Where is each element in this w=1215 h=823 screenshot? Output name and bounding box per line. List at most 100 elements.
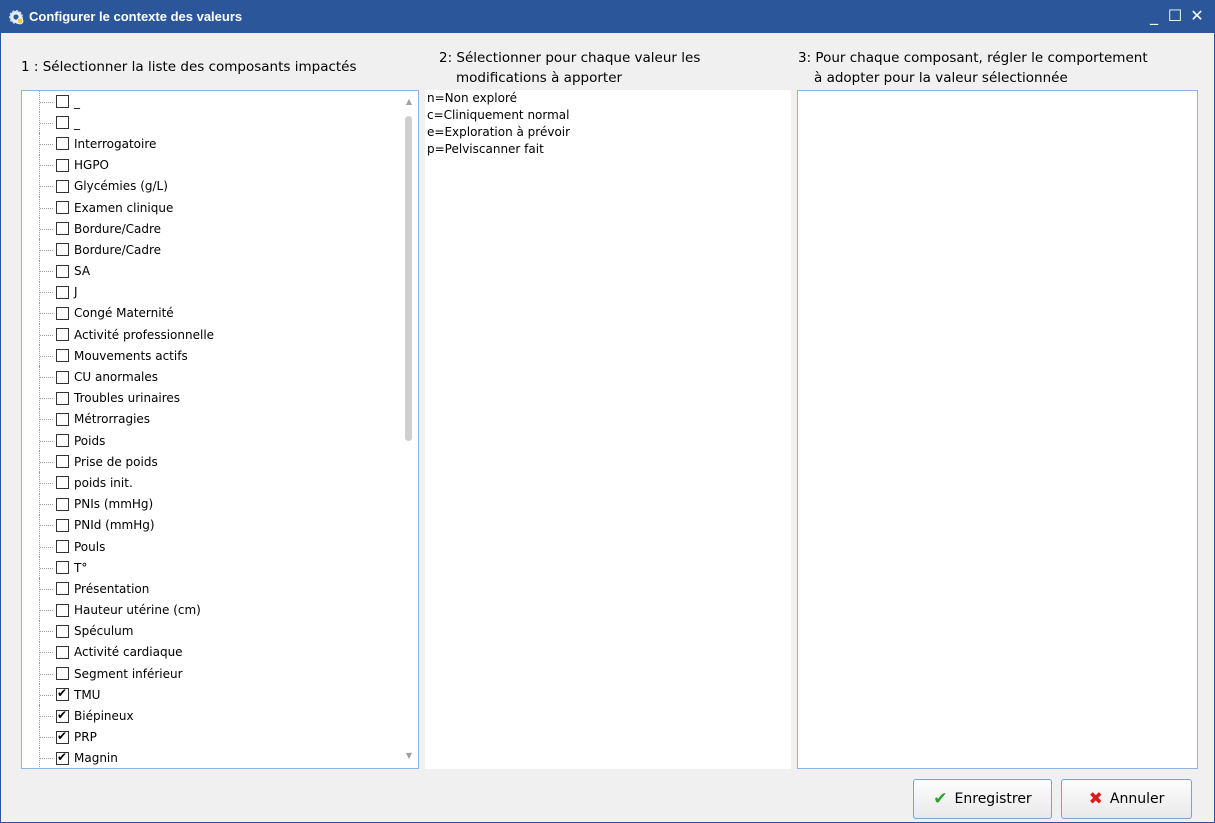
component-checkbox[interactable] bbox=[56, 285, 69, 299]
component-label: Magnin bbox=[74, 751, 118, 766]
tree-item[interactable]: Hauteur utérine (cm) bbox=[22, 599, 400, 621]
tree-connector bbox=[39, 345, 53, 367]
component-checkbox[interactable] bbox=[56, 708, 69, 723]
tree-item[interactable]: poids init. bbox=[22, 472, 400, 494]
title-bar[interactable]: Configurer le contexte des valeurs _ ☐ ✕ bbox=[1, 1, 1214, 33]
component-checkbox[interactable] bbox=[56, 624, 69, 638]
tree-item[interactable]: Examen clinique bbox=[22, 196, 400, 219]
tree-item[interactable]: T° bbox=[22, 557, 400, 579]
component-checkbox[interactable] bbox=[56, 540, 69, 554]
component-checkbox[interactable] bbox=[56, 391, 69, 405]
tree-item[interactable]: Congé Maternité bbox=[22, 302, 400, 325]
component-checkbox[interactable] bbox=[56, 667, 69, 681]
tree-item[interactable]: PRP bbox=[22, 726, 400, 748]
component-checkbox[interactable] bbox=[56, 328, 69, 342]
tree-connector bbox=[39, 705, 53, 727]
component-checkbox[interactable] bbox=[56, 306, 69, 320]
component-checkbox[interactable] bbox=[56, 686, 69, 702]
tree-item[interactable]: J bbox=[22, 281, 400, 303]
tree-item[interactable]: Troubles urinaires bbox=[22, 387, 400, 409]
tree-connector bbox=[39, 599, 53, 621]
tree-item[interactable]: Bordure/Cadre bbox=[22, 239, 400, 261]
tree-item[interactable]: _ bbox=[22, 112, 400, 134]
component-checkbox[interactable] bbox=[56, 222, 69, 236]
tree-item[interactable]: PNId (mmHg) bbox=[22, 514, 400, 536]
scroll-down-arrow-icon[interactable]: ▼ bbox=[403, 750, 415, 762]
component-checkbox[interactable] bbox=[56, 116, 69, 130]
component-checkbox[interactable] bbox=[56, 264, 69, 278]
tree-item[interactable]: Segment inférieur bbox=[22, 663, 400, 685]
tree-item[interactable]: TMU bbox=[22, 684, 400, 706]
component-checkbox[interactable] bbox=[56, 497, 69, 511]
save-button-label: Enregistrer bbox=[954, 791, 1032, 807]
component-checkbox[interactable] bbox=[56, 603, 69, 617]
components-column-title: 1 : Sélectionner la liste des composants… bbox=[21, 59, 357, 75]
cancel-button[interactable]: ✖ Annuler bbox=[1061, 779, 1192, 819]
component-checkbox[interactable] bbox=[56, 137, 69, 151]
component-checkbox[interactable] bbox=[56, 201, 69, 215]
component-checkbox[interactable] bbox=[56, 750, 69, 765]
component-label: Présentation bbox=[74, 581, 150, 596]
tree-connector bbox=[39, 641, 53, 664]
tree-item[interactable]: HGPO bbox=[22, 154, 400, 176]
close-button[interactable]: ✕ bbox=[1186, 5, 1208, 27]
scroll-thumb[interactable] bbox=[405, 116, 412, 441]
component-checkbox[interactable] bbox=[56, 158, 69, 172]
tree-item[interactable]: Spéculum bbox=[22, 620, 400, 642]
tree-item[interactable]: CU anormales bbox=[22, 366, 400, 388]
component-checkbox[interactable] bbox=[56, 243, 69, 257]
vertical-scrollbar[interactable]: ▲ ▼ bbox=[400, 91, 418, 768]
maximize-button[interactable]: ☐ bbox=[1164, 5, 1186, 27]
component-label: Mouvements actifs bbox=[74, 348, 188, 363]
gear-icon bbox=[9, 10, 24, 25]
tree-item[interactable]: Mouvements actifs bbox=[22, 345, 400, 367]
value-item[interactable]: n=Non exploré bbox=[427, 90, 517, 107]
tree-item[interactable]: Interrogatoire bbox=[22, 133, 400, 155]
tree-item[interactable]: Biépineux bbox=[22, 705, 400, 727]
tree-item[interactable]: Glycémies (g/L) bbox=[22, 175, 400, 197]
component-checkbox[interactable] bbox=[56, 518, 69, 532]
tree-item[interactable]: SA bbox=[22, 260, 400, 282]
tree-connector bbox=[39, 112, 53, 134]
component-checkbox[interactable] bbox=[56, 349, 69, 363]
component-checkbox[interactable] bbox=[56, 434, 69, 448]
tree-connector bbox=[39, 302, 53, 325]
behavior-column-title-line2: à adopter pour la valeur sélectionnée bbox=[814, 70, 1068, 86]
component-checkbox[interactable] bbox=[56, 729, 69, 744]
component-label: poids init. bbox=[74, 475, 133, 490]
tree-connector bbox=[39, 747, 53, 768]
save-button[interactable]: ✔ Enregistrer bbox=[913, 779, 1052, 819]
values-list-panel[interactable]: n=Non exploré c=Cliniquement normal e=Ex… bbox=[425, 90, 791, 769]
tree-connector bbox=[39, 91, 53, 113]
tree-item[interactable]: Pouls bbox=[22, 535, 400, 558]
component-checkbox[interactable] bbox=[56, 561, 69, 575]
tree-item[interactable]: Poids bbox=[22, 430, 400, 452]
component-checkbox[interactable] bbox=[56, 645, 69, 659]
component-checkbox[interactable] bbox=[56, 476, 69, 490]
value-item[interactable]: c=Cliniquement normal bbox=[427, 107, 570, 124]
check-icon: ✔ bbox=[933, 789, 948, 809]
value-item[interactable]: p=Pelviscanner fait bbox=[427, 141, 544, 158]
value-item[interactable]: e=Exploration à prévoir bbox=[427, 124, 570, 141]
component-checkbox[interactable] bbox=[56, 412, 69, 426]
tree-item[interactable]: Prise de poids bbox=[22, 451, 400, 473]
component-checkbox[interactable] bbox=[56, 582, 69, 596]
scroll-up-arrow-icon[interactable]: ▲ bbox=[403, 96, 415, 108]
tree-item[interactable]: Activité cardiaque bbox=[22, 641, 400, 664]
behavior-settings-panel[interactable] bbox=[797, 90, 1198, 769]
tree-item[interactable]: _ bbox=[22, 91, 400, 113]
component-checkbox[interactable] bbox=[56, 370, 69, 384]
tree-item[interactable]: Bordure/Cadre bbox=[22, 218, 400, 240]
tree-item[interactable]: Activité professionnelle bbox=[22, 324, 400, 346]
tree-item[interactable]: Magnin bbox=[22, 747, 400, 768]
tree-item[interactable]: PNIs (mmHg) bbox=[22, 493, 400, 515]
tree-item[interactable]: Métrorragies bbox=[22, 408, 400, 430]
component-label: Hauteur utérine (cm) bbox=[74, 603, 201, 618]
tree-item[interactable]: Présentation bbox=[22, 578, 400, 600]
component-checkbox[interactable] bbox=[56, 95, 69, 109]
component-checkbox[interactable] bbox=[56, 455, 69, 469]
component-checkbox[interactable] bbox=[56, 179, 69, 193]
tree-connector bbox=[39, 324, 53, 346]
components-tree-panel[interactable]: _ _ Interrogatoire HGPO Glycémies (g/L) Exame… bbox=[21, 90, 419, 769]
minimize-button[interactable]: _ bbox=[1143, 5, 1165, 27]
